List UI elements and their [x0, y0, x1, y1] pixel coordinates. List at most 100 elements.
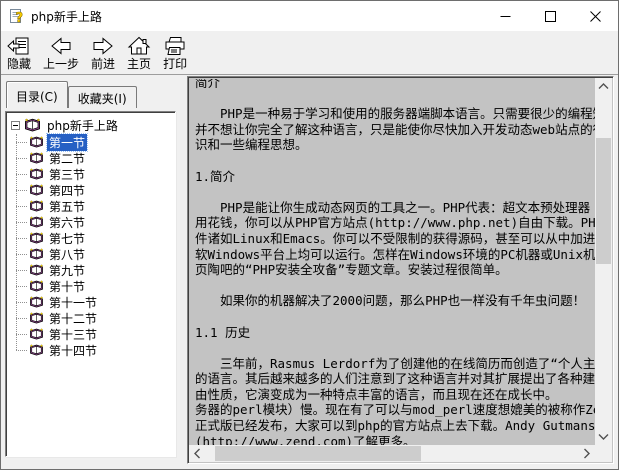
content-lines: 简介 PHP是一种易于学习和使用的服务器端脚本语言。只需要很少的编程知识，并不想…: [190, 79, 595, 445]
book-icon: [29, 200, 44, 212]
home-icon: [127, 35, 151, 57]
tree-item-label[interactable]: 第十二节: [47, 310, 99, 327]
content-line: 三年前，Rasmus Lerdorf为了创建他的在线简历而创造了“个人主页工具: [195, 356, 595, 372]
tree-item[interactable]: 第十一节: [9, 294, 173, 310]
book-icon: [29, 232, 44, 244]
printer-icon: [163, 35, 187, 57]
book-icon: [29, 280, 44, 292]
tree-item-label[interactable]: 第九节: [47, 262, 87, 279]
content-line: 由性质，它演变成为一种特点丰富的语言，而且现在还在成长中。 PHP与: [195, 387, 595, 403]
hide-button[interactable]: 隐藏: [1, 32, 37, 72]
book-icon: [29, 296, 44, 308]
open-book-icon: [24, 118, 41, 132]
navigation-pane: 目录(C) 收藏夹(I) php新手上路: [1, 76, 186, 470]
tree-item[interactable]: 第五节: [9, 198, 173, 214]
content-line: [195, 91, 595, 107]
tree-item[interactable]: 第四节: [9, 182, 173, 198]
contents-tree: php新手上路 第一节第二节第三节第四节第五节第六节第七节第八节第九节第十节第十…: [5, 111, 176, 457]
book-icon: [29, 248, 44, 260]
svg-text:?: ?: [16, 11, 24, 24]
book-icon: [29, 344, 44, 356]
content-line: 页陶吧的“PHP安装全攻备”专题文章。安装过程很简单。: [195, 262, 595, 278]
tree-item[interactable]: 第三节: [9, 166, 173, 182]
nav-tabs: 目录(C) 收藏夹(I): [6, 80, 137, 108]
tree-item[interactable]: 第六节: [9, 214, 173, 230]
scrollbar-corner: [595, 445, 612, 462]
tree-item-label[interactable]: 第八节: [47, 246, 87, 263]
tree-item-label[interactable]: 第十三节: [47, 326, 99, 343]
tree-item-label[interactable]: 第十一节: [47, 294, 99, 311]
scroll-right-icon[interactable]: [578, 445, 595, 462]
tree-item[interactable]: 第九节: [9, 262, 173, 278]
tree-root-label[interactable]: php新手上路: [45, 117, 120, 134]
book-icon: [29, 216, 44, 228]
content-line: [195, 184, 595, 200]
book-icon: [29, 264, 44, 276]
main-area: 目录(C) 收藏夹(I) php新手上路: [1, 76, 618, 470]
scroll-down-icon[interactable]: [595, 428, 612, 445]
tab-favorites[interactable]: 收藏夹(I): [68, 86, 137, 108]
vertical-scrollbar[interactable]: [595, 78, 612, 445]
back-button[interactable]: 上一步: [37, 32, 85, 72]
tree-item-label[interactable]: 第一节: [47, 134, 87, 151]
tree-root[interactable]: php新手上路: [9, 116, 173, 134]
vertical-scroll-thumb[interactable]: [596, 138, 611, 264]
content-line: [195, 153, 595, 169]
book-icon: [29, 136, 44, 148]
tree-item[interactable]: 第七节: [9, 230, 173, 246]
home-button-label: 主页: [127, 57, 151, 71]
content-line: [195, 309, 595, 325]
book-icon: [29, 184, 44, 196]
tree-item[interactable]: 第八节: [9, 246, 173, 262]
tab-contents[interactable]: 目录(C): [6, 81, 68, 108]
content-line: 1.简介: [195, 169, 595, 185]
content-line: 用花钱，你可以从PHP官方站点(http://www.php.net)自由下载。…: [195, 215, 595, 231]
tree-item[interactable]: 第十节: [9, 278, 173, 294]
content-line: PHP是能让你生成动态网页的工具之一。PHP代表：超文本预处理器（PHP: [195, 200, 595, 216]
content-line: 并不想让你完全了解这种语言，只是能使你尽快加入开发动态web站点的行列，: [195, 122, 595, 138]
hide-button-label: 隐藏: [7, 57, 31, 71]
horizontal-scroll-thumb[interactable]: [215, 446, 421, 461]
horizontal-scrollbar[interactable]: [189, 445, 595, 462]
tree-item-label[interactable]: 第五节: [47, 198, 87, 215]
tree-item-label[interactable]: 第六节: [47, 214, 87, 231]
tree-items: 第一节第二节第三节第四节第五节第六节第七节第八节第九节第十节第十一节第十二节第十…: [9, 134, 173, 358]
window-title: php新手上路: [31, 8, 102, 25]
topic-pane: 简介 PHP是一种易于学习和使用的服务器端脚本语言。只需要很少的编程知识，并不想…: [187, 76, 614, 464]
tree-item-label[interactable]: 第七节: [47, 230, 87, 247]
titlebar: ? php新手上路: [1, 1, 618, 31]
content-line: [195, 340, 595, 356]
tree-item[interactable]: 第一节: [9, 134, 173, 150]
tree-item-label[interactable]: 第十节: [47, 278, 87, 295]
arrow-left-icon: [49, 35, 73, 57]
tree-item[interactable]: 第十三节: [9, 326, 173, 342]
content-line: 的语言。其后越来越多的人们注意到了这种语言并对其扩展提出了各种建议。: [195, 371, 595, 387]
toolbar: 隐藏 上一步 前进: [1, 31, 618, 75]
tree-item[interactable]: 第十四节: [9, 342, 173, 358]
book-icon: [29, 312, 44, 324]
home-button[interactable]: 主页: [121, 32, 157, 72]
content-line: 如果你的机器解决了2000问题，那么PHP也一样没有千年虫问题！: [195, 293, 595, 309]
print-button[interactable]: 打印: [157, 32, 193, 72]
minimize-button[interactable]: [483, 1, 528, 31]
forward-button[interactable]: 前进: [85, 32, 121, 72]
tree-item[interactable]: 第十二节: [9, 310, 173, 326]
tree-item-label[interactable]: 第四节: [47, 182, 87, 199]
close-button[interactable]: [573, 1, 618, 31]
hide-pane-icon: [7, 35, 31, 57]
scroll-left-icon[interactable]: [189, 445, 206, 462]
content-line: 务器的perl模块）慢。现在有了可以与mod_perl速度想媲美的被称作Zend…: [195, 402, 595, 418]
collapse-minus-icon[interactable]: [11, 121, 20, 130]
topic-content: 简介 PHP是一种易于学习和使用的服务器端脚本语言。只需要很少的编程知识，并不想…: [190, 79, 595, 445]
tree-item[interactable]: 第二节: [9, 150, 173, 166]
content-line: 正式版已经发布，大家可以到php的官方站点上去下载。Andy Gutmans和Z…: [195, 418, 595, 434]
scroll-up-icon[interactable]: [595, 78, 612, 95]
content-line: PHP是一种易于学习和使用的服务器端脚本语言。只需要很少的编程知识，: [195, 106, 595, 122]
arrow-right-icon: [91, 35, 115, 57]
help-viewer-window: ? php新手上路: [0, 0, 619, 470]
tree-item-label[interactable]: 第三节: [47, 166, 87, 183]
book-icon: [29, 328, 44, 340]
tree-item-label[interactable]: 第二节: [47, 150, 87, 167]
maximize-button[interactable]: [528, 1, 573, 31]
tree-item-label[interactable]: 第十四节: [47, 342, 99, 359]
